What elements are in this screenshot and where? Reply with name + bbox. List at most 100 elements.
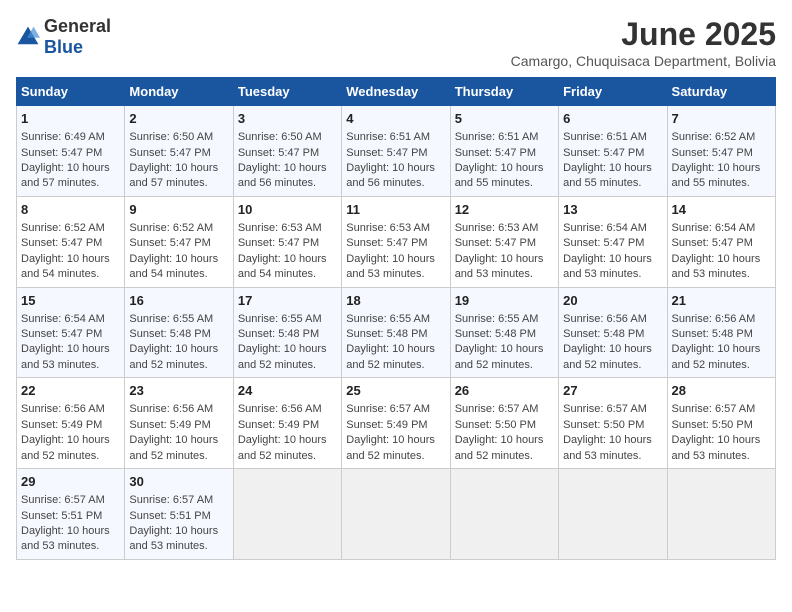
cell-row2-3: 11 Sunrise: 6:53 AM Sunset: 5:47 PM Dayl… bbox=[342, 196, 450, 287]
cell-row2-5: 13 Sunrise: 6:54 AM Sunset: 5:47 PM Dayl… bbox=[559, 196, 667, 287]
sunset-label: Sunset: 5:51 PM bbox=[21, 510, 102, 522]
sunrise-label: Sunrise: 6:51 AM bbox=[346, 131, 430, 143]
cell-row5-3 bbox=[342, 469, 450, 560]
sunrise-label: Sunrise: 6:50 AM bbox=[129, 131, 213, 143]
day-number: 1 bbox=[21, 110, 120, 128]
cell-row2-1: 9 Sunrise: 6:52 AM Sunset: 5:47 PM Dayli… bbox=[125, 196, 233, 287]
col-sunday: Sunday bbox=[17, 78, 125, 106]
daylight-label: Daylight: 10 hours and 54 minutes. bbox=[21, 253, 110, 280]
day-number: 3 bbox=[238, 110, 337, 128]
col-saturday: Saturday bbox=[667, 78, 775, 106]
calendar-row-4: 22 Sunrise: 6:56 AM Sunset: 5:49 PM Dayl… bbox=[17, 378, 776, 469]
sunrise-label: Sunrise: 6:54 AM bbox=[21, 313, 105, 325]
col-tuesday: Tuesday bbox=[233, 78, 341, 106]
day-number: 13 bbox=[563, 201, 662, 219]
cell-row3-1: 16 Sunrise: 6:55 AM Sunset: 5:48 PM Dayl… bbox=[125, 287, 233, 378]
sunset-label: Sunset: 5:50 PM bbox=[672, 419, 753, 431]
sunset-label: Sunset: 5:48 PM bbox=[346, 328, 427, 340]
sunset-label: Sunset: 5:47 PM bbox=[672, 147, 753, 159]
sunset-label: Sunset: 5:47 PM bbox=[346, 237, 427, 249]
calendar-row-2: 8 Sunrise: 6:52 AM Sunset: 5:47 PM Dayli… bbox=[17, 196, 776, 287]
cell-row5-1: 30 Sunrise: 6:57 AM Sunset: 5:51 PM Dayl… bbox=[125, 469, 233, 560]
sunset-label: Sunset: 5:47 PM bbox=[563, 237, 644, 249]
cell-row4-3: 25 Sunrise: 6:57 AM Sunset: 5:49 PM Dayl… bbox=[342, 378, 450, 469]
cell-row4-6: 28 Sunrise: 6:57 AM Sunset: 5:50 PM Dayl… bbox=[667, 378, 775, 469]
cell-row1-4: 5 Sunrise: 6:51 AM Sunset: 5:47 PM Dayli… bbox=[450, 106, 558, 197]
cell-row2-6: 14 Sunrise: 6:54 AM Sunset: 5:47 PM Dayl… bbox=[667, 196, 775, 287]
day-number: 9 bbox=[129, 201, 228, 219]
daylight-label: Daylight: 10 hours and 53 minutes. bbox=[346, 253, 435, 280]
sunrise-label: Sunrise: 6:56 AM bbox=[563, 313, 647, 325]
sunset-label: Sunset: 5:47 PM bbox=[455, 237, 536, 249]
sunrise-label: Sunrise: 6:51 AM bbox=[455, 131, 539, 143]
subtitle: Camargo, Chuquisaca Department, Bolivia bbox=[511, 53, 776, 69]
cell-row4-1: 23 Sunrise: 6:56 AM Sunset: 5:49 PM Dayl… bbox=[125, 378, 233, 469]
daylight-label: Daylight: 10 hours and 55 minutes. bbox=[672, 162, 761, 189]
daylight-label: Daylight: 10 hours and 52 minutes. bbox=[129, 434, 218, 461]
daylight-label: Daylight: 10 hours and 53 minutes. bbox=[21, 525, 110, 552]
logo-blue: Blue bbox=[44, 37, 83, 57]
cell-row1-1: 2 Sunrise: 6:50 AM Sunset: 5:47 PM Dayli… bbox=[125, 106, 233, 197]
daylight-label: Daylight: 10 hours and 52 minutes. bbox=[455, 343, 544, 370]
sunrise-label: Sunrise: 6:56 AM bbox=[238, 403, 322, 415]
sunrise-label: Sunrise: 6:50 AM bbox=[238, 131, 322, 143]
day-number: 20 bbox=[563, 292, 662, 310]
sunrise-label: Sunrise: 6:53 AM bbox=[238, 222, 322, 234]
title-area: June 2025 Camargo, Chuquisaca Department… bbox=[511, 16, 776, 69]
sunrise-label: Sunrise: 6:54 AM bbox=[672, 222, 756, 234]
logo-general: General bbox=[44, 16, 111, 36]
sunset-label: Sunset: 5:47 PM bbox=[21, 328, 102, 340]
day-number: 8 bbox=[21, 201, 120, 219]
day-number: 5 bbox=[455, 110, 554, 128]
cell-row3-6: 21 Sunrise: 6:56 AM Sunset: 5:48 PM Dayl… bbox=[667, 287, 775, 378]
daylight-label: Daylight: 10 hours and 57 minutes. bbox=[21, 162, 110, 189]
day-number: 15 bbox=[21, 292, 120, 310]
cell-row5-5 bbox=[559, 469, 667, 560]
daylight-label: Daylight: 10 hours and 52 minutes. bbox=[346, 434, 435, 461]
sunrise-label: Sunrise: 6:55 AM bbox=[129, 313, 213, 325]
day-number: 26 bbox=[455, 382, 554, 400]
daylight-label: Daylight: 10 hours and 52 minutes. bbox=[21, 434, 110, 461]
cell-row3-2: 17 Sunrise: 6:55 AM Sunset: 5:48 PM Dayl… bbox=[233, 287, 341, 378]
day-number: 2 bbox=[129, 110, 228, 128]
daylight-label: Daylight: 10 hours and 53 minutes. bbox=[563, 253, 652, 280]
sunrise-label: Sunrise: 6:57 AM bbox=[346, 403, 430, 415]
daylight-label: Daylight: 10 hours and 52 minutes. bbox=[672, 343, 761, 370]
cell-row1-5: 6 Sunrise: 6:51 AM Sunset: 5:47 PM Dayli… bbox=[559, 106, 667, 197]
daylight-label: Daylight: 10 hours and 52 minutes. bbox=[563, 343, 652, 370]
cell-row4-0: 22 Sunrise: 6:56 AM Sunset: 5:49 PM Dayl… bbox=[17, 378, 125, 469]
sunrise-label: Sunrise: 6:57 AM bbox=[21, 494, 105, 506]
logo-text: General Blue bbox=[44, 16, 111, 58]
day-number: 4 bbox=[346, 110, 445, 128]
daylight-label: Daylight: 10 hours and 53 minutes. bbox=[672, 434, 761, 461]
cell-row4-2: 24 Sunrise: 6:56 AM Sunset: 5:49 PM Dayl… bbox=[233, 378, 341, 469]
cell-row3-3: 18 Sunrise: 6:55 AM Sunset: 5:48 PM Dayl… bbox=[342, 287, 450, 378]
day-number: 23 bbox=[129, 382, 228, 400]
sunrise-label: Sunrise: 6:51 AM bbox=[563, 131, 647, 143]
cell-row1-2: 3 Sunrise: 6:50 AM Sunset: 5:47 PM Dayli… bbox=[233, 106, 341, 197]
day-number: 14 bbox=[672, 201, 771, 219]
sunset-label: Sunset: 5:48 PM bbox=[129, 328, 210, 340]
sunrise-label: Sunrise: 6:49 AM bbox=[21, 131, 105, 143]
logo-icon bbox=[16, 25, 40, 49]
cell-row2-0: 8 Sunrise: 6:52 AM Sunset: 5:47 PM Dayli… bbox=[17, 196, 125, 287]
daylight-label: Daylight: 10 hours and 53 minutes. bbox=[672, 253, 761, 280]
cell-row2-2: 10 Sunrise: 6:53 AM Sunset: 5:47 PM Dayl… bbox=[233, 196, 341, 287]
sunset-label: Sunset: 5:47 PM bbox=[455, 147, 536, 159]
sunrise-label: Sunrise: 6:53 AM bbox=[455, 222, 539, 234]
day-number: 30 bbox=[129, 473, 228, 491]
sunset-label: Sunset: 5:50 PM bbox=[563, 419, 644, 431]
sunset-label: Sunset: 5:47 PM bbox=[21, 147, 102, 159]
sunset-label: Sunset: 5:47 PM bbox=[21, 237, 102, 249]
calendar-row-1: 1 Sunrise: 6:49 AM Sunset: 5:47 PM Dayli… bbox=[17, 106, 776, 197]
day-number: 11 bbox=[346, 201, 445, 219]
cell-row3-5: 20 Sunrise: 6:56 AM Sunset: 5:48 PM Dayl… bbox=[559, 287, 667, 378]
day-number: 29 bbox=[21, 473, 120, 491]
cell-row5-4 bbox=[450, 469, 558, 560]
sunset-label: Sunset: 5:49 PM bbox=[129, 419, 210, 431]
daylight-label: Daylight: 10 hours and 55 minutes. bbox=[455, 162, 544, 189]
col-monday: Monday bbox=[125, 78, 233, 106]
day-number: 21 bbox=[672, 292, 771, 310]
sunrise-label: Sunrise: 6:52 AM bbox=[21, 222, 105, 234]
daylight-label: Daylight: 10 hours and 54 minutes. bbox=[238, 253, 327, 280]
